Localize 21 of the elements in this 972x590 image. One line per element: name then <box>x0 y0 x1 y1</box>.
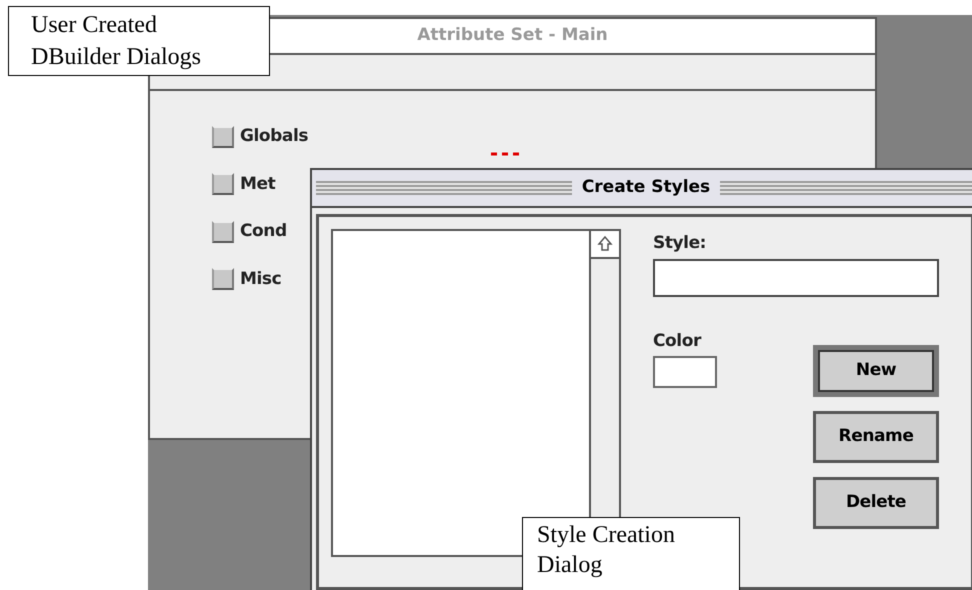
style-list[interactable] <box>331 229 591 557</box>
annotation-tooltip: Style Creation Dialog <box>522 517 740 590</box>
checkbox[interactable] <box>212 173 234 196</box>
checkbox-label: Globals <box>240 125 308 148</box>
dialog-button[interactable]: Rename <box>813 410 939 462</box>
checkbox[interactable] <box>212 268 234 290</box>
checkbox[interactable] <box>212 126 234 148</box>
window-title: Attribute Set - Main <box>417 24 608 48</box>
checkbox[interactable] <box>212 220 234 243</box>
window-title: Create Styles <box>582 176 710 200</box>
style-label: Style: <box>653 232 708 255</box>
checkbox-label: Met <box>240 172 276 196</box>
color-label: Color <box>653 330 702 352</box>
style-field[interactable] <box>653 258 939 296</box>
color-swatch[interactable] <box>653 356 717 388</box>
annotation-tooltip: User Created DBuilder Dialogs <box>8 6 270 76</box>
dashed-mark-icon <box>491 152 521 156</box>
dialog-button[interactable]: New <box>813 344 939 396</box>
dialog-button[interactable]: Delete <box>813 476 939 528</box>
checkbox-label: Misc <box>240 268 282 290</box>
checkbox-label: Cond <box>240 220 287 243</box>
